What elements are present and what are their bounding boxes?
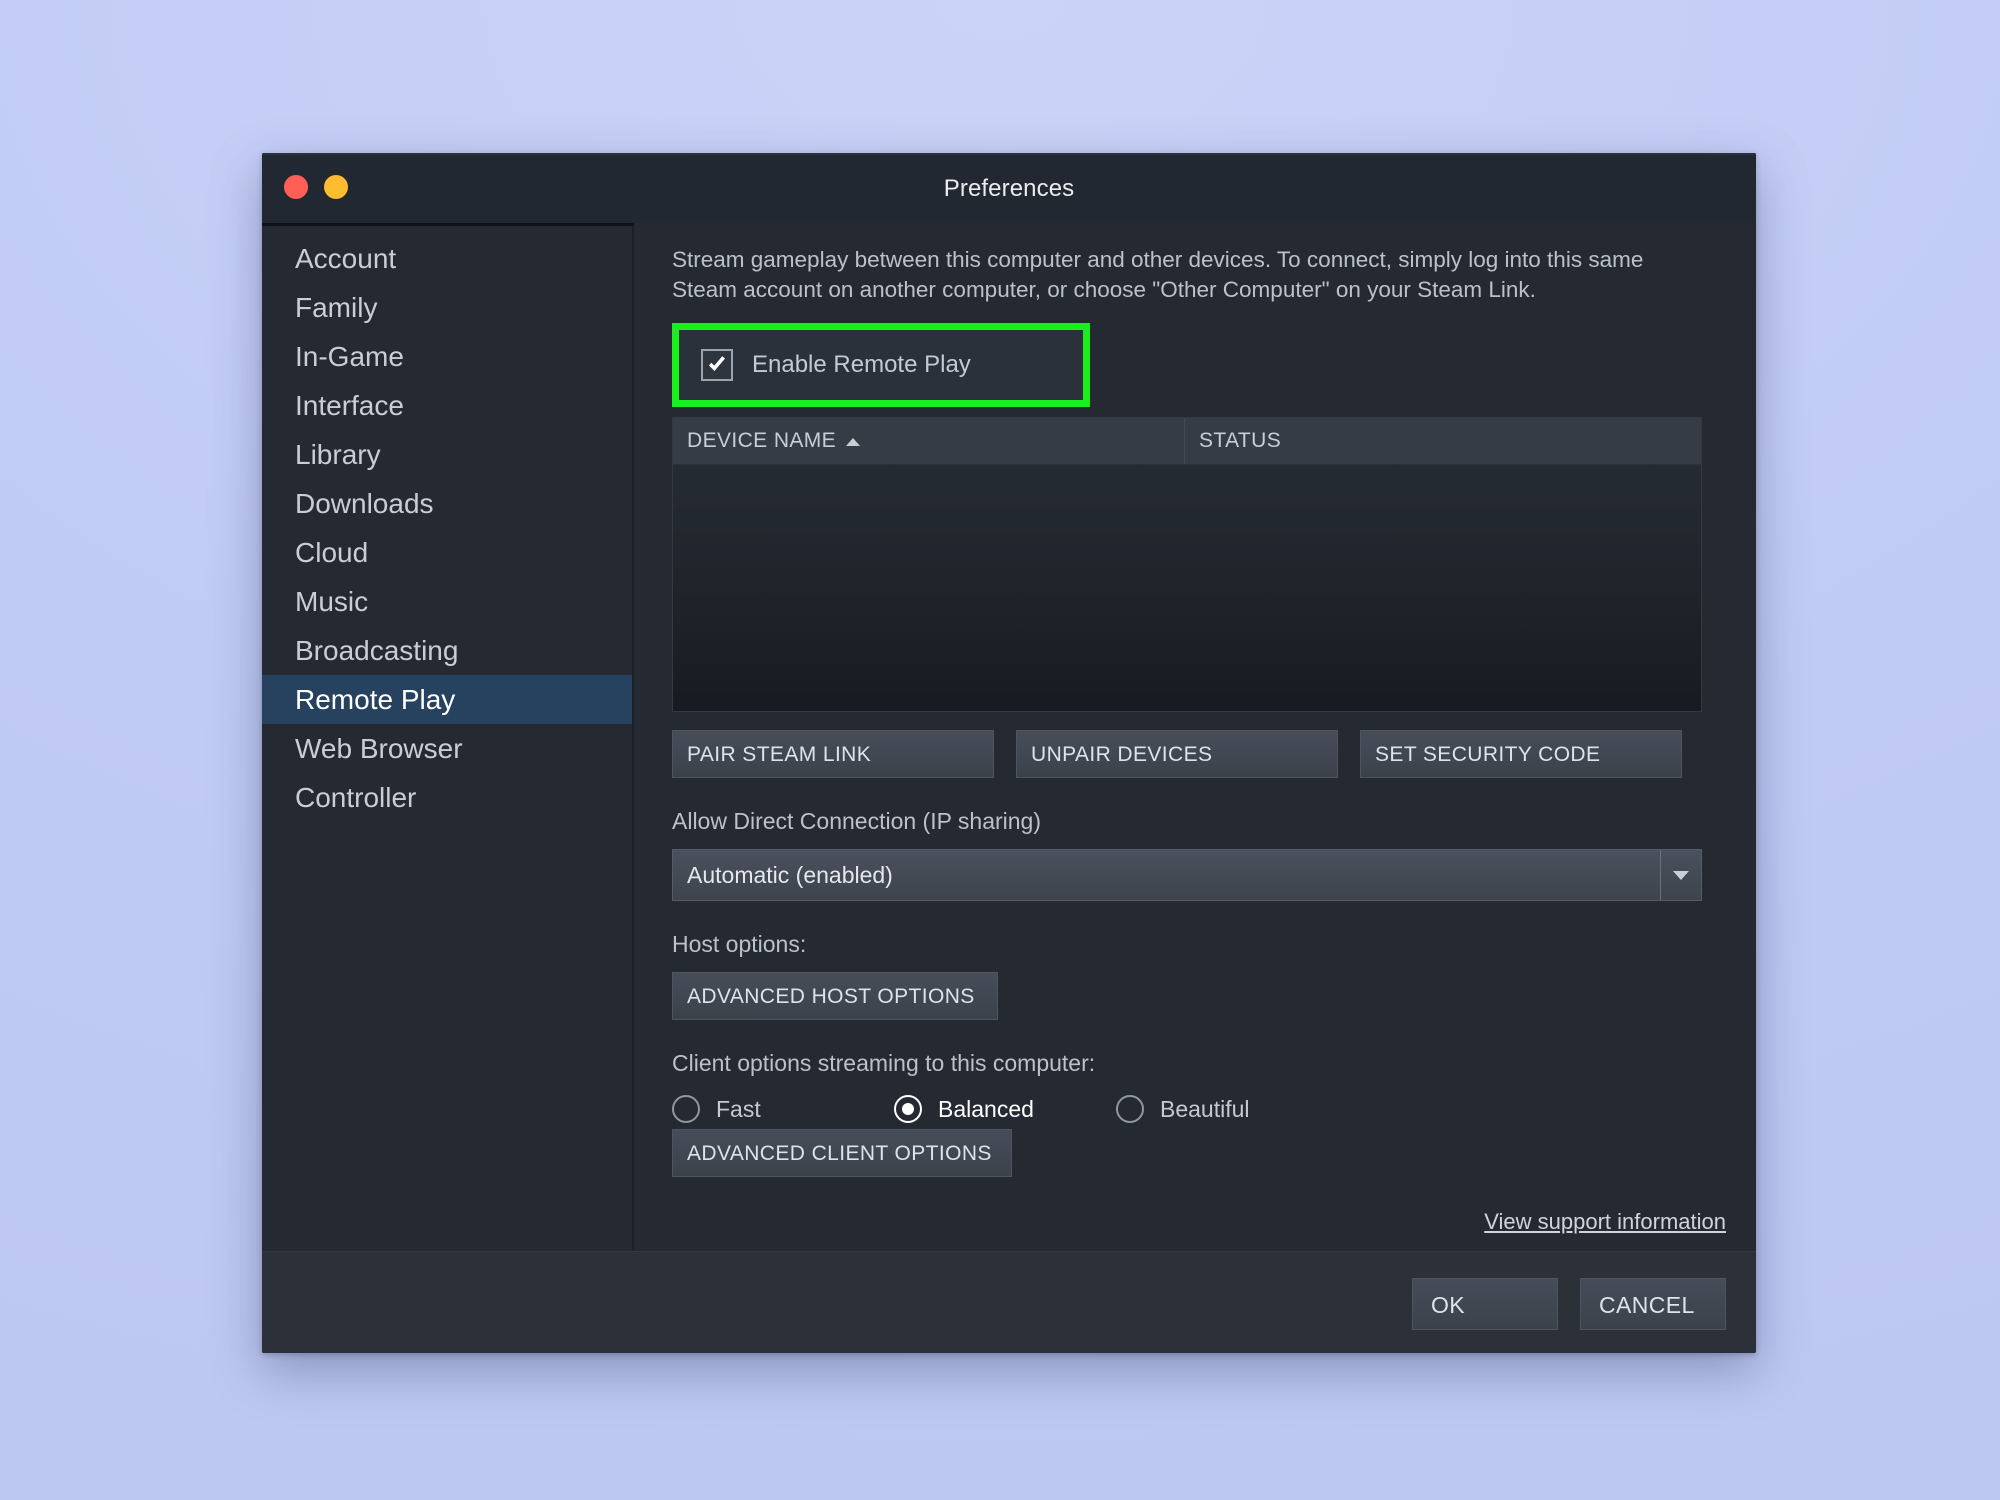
client-options-label: Client options streaming to this compute… [672, 1050, 1096, 1076]
device-table-header: DEVICE NAME STATUS [673, 418, 1701, 465]
window-titlebar: Preferences [262, 153, 1756, 223]
sidebar-item-cloud[interactable]: Cloud [262, 528, 634, 577]
sidebar-item-interface[interactable]: Interface [262, 381, 634, 430]
window-title: Preferences [943, 175, 1075, 202]
direct-connection-value: Automatic (enabled) [687, 861, 893, 888]
radio-balanced-indicator[interactable] [894, 1095, 922, 1123]
checkmark-icon [709, 356, 725, 371]
sidebar-item-controller[interactable]: Controller [262, 773, 634, 822]
client-options-footer: ADVANCED CLIENT OPTIONS [672, 1123, 1726, 1177]
device-table: DEVICE NAME STATUS [672, 417, 1702, 712]
chevron-down-icon [1673, 870, 1689, 880]
sort-ascending-icon [846, 438, 861, 446]
host-options-label: Host options: [672, 931, 807, 957]
preferences-window: Preferences Account Family In-Game Inter… [262, 153, 1756, 1353]
client-quality-radio-group: Fast Balanced Beautiful [672, 1095, 1726, 1123]
radio-option-fast[interactable]: Fast [672, 1095, 894, 1123]
dialog-footer: OK CANCEL [262, 1251, 1756, 1353]
device-table-body[interactable] [673, 465, 1701, 711]
sidebar-item-music[interactable]: Music [262, 577, 634, 626]
radio-beautiful-label: Beautiful [1160, 1095, 1250, 1122]
unpair-devices-button[interactable]: UNPAIR DEVICES [1016, 730, 1338, 778]
sidebar-item-broadcasting[interactable]: Broadcasting [262, 626, 634, 675]
enable-remote-play-label: Enable Remote Play [752, 351, 971, 378]
radio-beautiful-indicator[interactable] [1116, 1095, 1144, 1123]
enable-remote-play-row[interactable]: Enable Remote Play [679, 330, 1083, 400]
sidebar-item-family[interactable]: Family [262, 283, 634, 332]
radio-fast-indicator[interactable] [672, 1095, 700, 1123]
enable-remote-play-checkbox[interactable] [701, 349, 733, 381]
advanced-client-options-button[interactable]: ADVANCED CLIENT OPTIONS [672, 1129, 1012, 1177]
sidebar-item-downloads[interactable]: Downloads [262, 479, 634, 528]
remote-play-panel: Stream gameplay between this computer an… [634, 223, 1756, 1251]
remote-play-description: Stream gameplay between this computer an… [672, 247, 1644, 302]
device-action-buttons: PAIR STEAM LINK UNPAIR DEVICES SET SECUR… [672, 730, 1726, 778]
view-support-information-link[interactable]: View support information [1484, 1209, 1726, 1235]
column-header-status-label: STATUS [1199, 429, 1282, 452]
direct-connection-dropdown-arrow[interactable] [1660, 850, 1701, 900]
radio-balanced-label: Balanced [938, 1095, 1034, 1122]
column-header-status[interactable]: STATUS [1185, 418, 1281, 464]
settings-sidebar: Account Family In-Game Interface Library… [262, 223, 634, 1251]
pair-steam-link-button[interactable]: PAIR STEAM LINK [672, 730, 994, 778]
column-header-device-name[interactable]: DEVICE NAME [673, 418, 1185, 464]
column-header-device-name-label: DEVICE NAME [687, 429, 837, 452]
advanced-host-options-button[interactable]: ADVANCED HOST OPTIONS [672, 972, 998, 1020]
ok-button[interactable]: OK [1412, 1277, 1558, 1330]
radio-fast-label: Fast [716, 1095, 761, 1122]
direct-connection-select[interactable]: Automatic (enabled) [672, 849, 1702, 901]
cancel-button[interactable]: CANCEL [1580, 1277, 1726, 1330]
sidebar-item-account[interactable]: Account [262, 234, 634, 283]
radio-option-beautiful[interactable]: Beautiful [1116, 1095, 1250, 1123]
window-body: Account Family In-Game Interface Library… [262, 223, 1756, 1251]
sidebar-item-library[interactable]: Library [262, 430, 634, 479]
enable-remote-play-highlight: Enable Remote Play [672, 323, 1090, 407]
sidebar-item-in-game[interactable]: In-Game [262, 332, 634, 381]
set-security-code-button[interactable]: SET SECURITY CODE [1360, 730, 1682, 778]
sidebar-item-remote-play[interactable]: Remote Play [262, 675, 634, 724]
radio-option-balanced[interactable]: Balanced [894, 1095, 1116, 1123]
sidebar-item-web-browser[interactable]: Web Browser [262, 724, 634, 773]
direct-connection-label: Allow Direct Connection (IP sharing) [672, 808, 1042, 834]
